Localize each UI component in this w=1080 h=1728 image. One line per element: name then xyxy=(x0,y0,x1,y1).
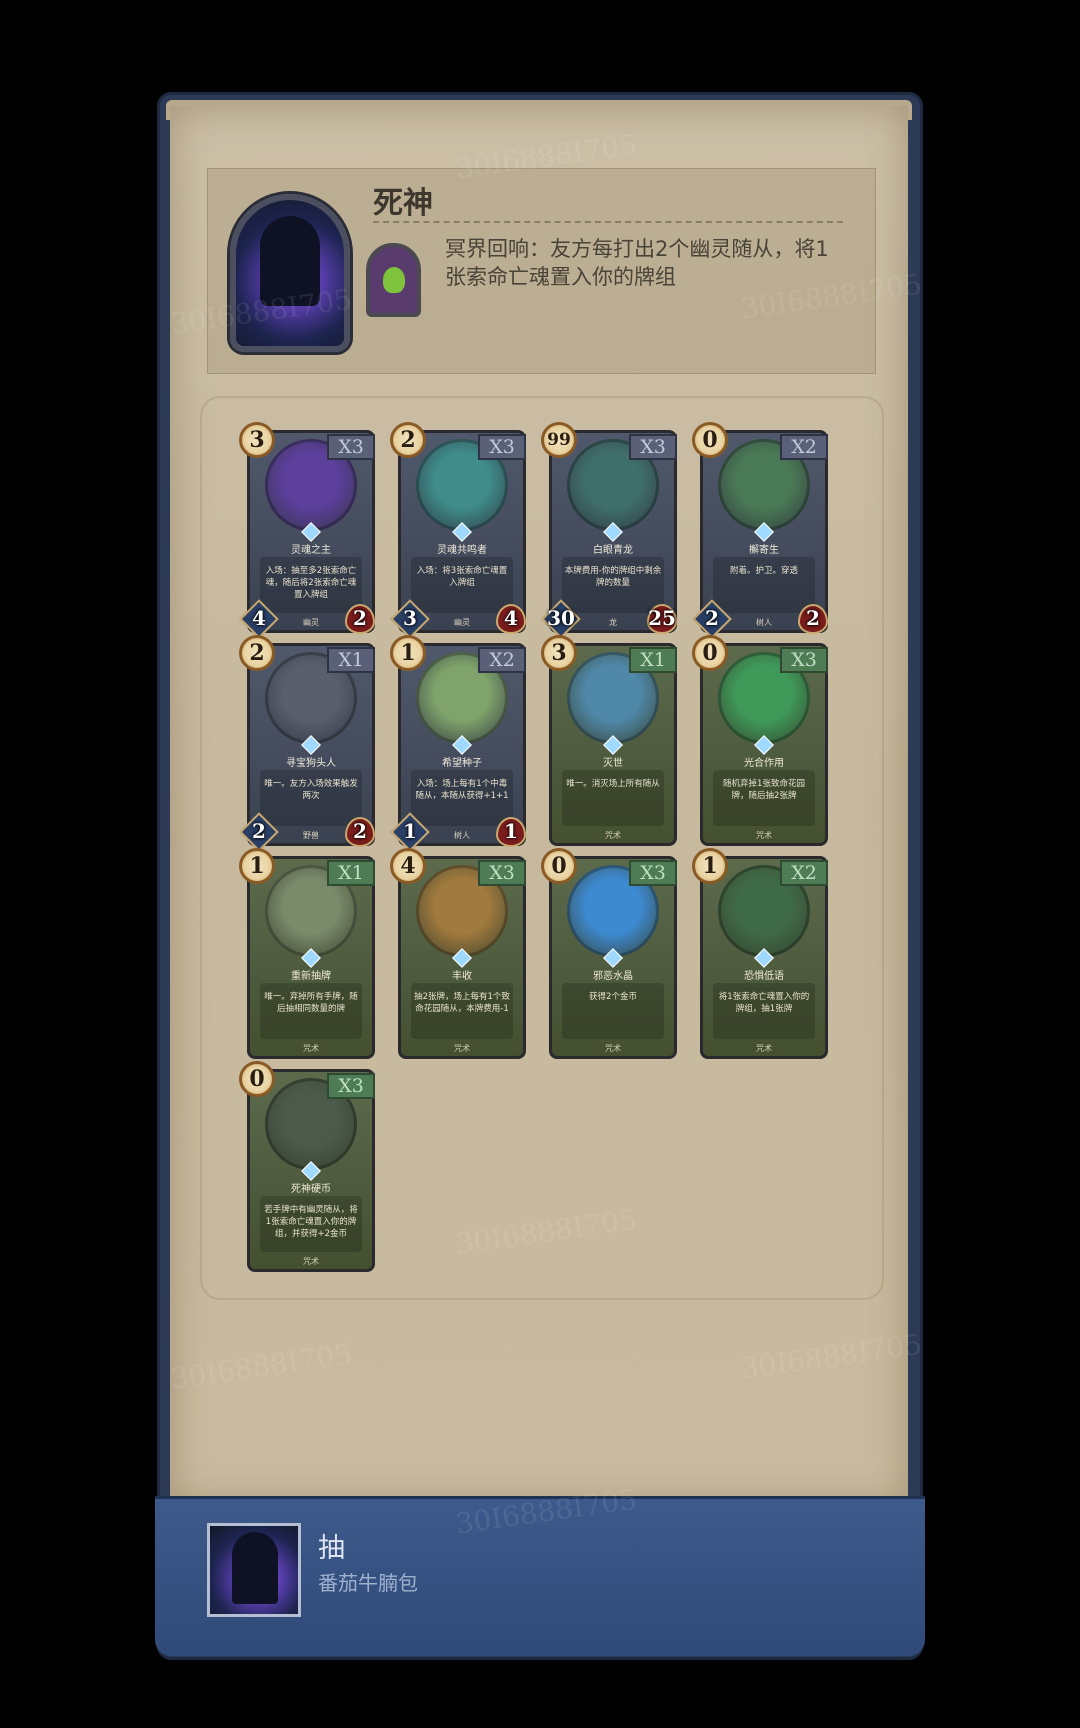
card-copies-badge: X1 xyxy=(629,647,677,673)
card-description: 获得2个金币 xyxy=(589,992,637,1002)
card-description: 入场：场上每有1个中毒随从，本随从获得+1+1 xyxy=(415,779,509,801)
deck-card[interactable]: 光合作用随机弃掉1张致命花园牌，随后抽2张牌咒术 xyxy=(700,643,828,846)
deck-card[interactable]: 丰收抽2张牌，场上每有1个致命花园随从，本牌费用-1 咒术 xyxy=(398,856,526,1059)
card-description: 本牌费用-你的牌组中剩余牌的数量 xyxy=(564,566,662,588)
card-name: 丰收 xyxy=(452,971,472,982)
card-tribe: 咒术 xyxy=(303,1257,319,1266)
card-copies-badge: X3 xyxy=(327,434,375,460)
card-copies-badge: X1 xyxy=(327,860,375,886)
card-health: 4 xyxy=(504,606,518,630)
hero-name: 死神 xyxy=(373,186,433,221)
hero-ability-text: 冥界回响：友方每打出2个幽灵随从，将1张索命亡魂置入你的牌组 xyxy=(445,237,829,289)
card-name: 灭世 xyxy=(603,758,623,769)
card-copies-badge: X2 xyxy=(780,434,828,460)
card-name: 寻宝狗头人 xyxy=(286,758,336,769)
deck-card[interactable]: 重新抽牌唯一。弃掉所有手牌，随后抽相同数量的牌咒术 xyxy=(247,856,375,1059)
deck-card[interactable]: 灭世唯一。消灭场上所有随从 咒术 xyxy=(549,643,677,846)
card-cost: 0 xyxy=(541,848,577,884)
card-copies-badge: X3 xyxy=(629,860,677,886)
hero-portrait[interactable] xyxy=(230,194,350,352)
card-description: 唯一。友方入场效果触发两次 xyxy=(264,779,358,801)
deck-card[interactable]: 死神硬币若手牌中有幽灵随从，将1张索命亡魂置入你的牌组，并获得+2金币咒术 xyxy=(247,1069,375,1272)
deck-card[interactable]: 灵魂之主 入场：抽至多2张索命亡魂，随后将2张索命亡魂置入牌组 幽灵 xyxy=(247,430,375,633)
card-name: 光合作用 xyxy=(744,758,784,769)
card-cost: 3 xyxy=(541,635,577,671)
deck-card[interactable]: 寻宝狗头人 唯一。友方入场效果触发两次 野兽 xyxy=(247,643,375,846)
card-copies-badge: X3 xyxy=(629,434,677,460)
card-attack: 4 xyxy=(252,606,266,630)
hero-divider xyxy=(373,221,843,223)
card-health: 2 xyxy=(353,819,367,843)
card-description: 若手牌中有幽灵随从，将1张索命亡魂置入你的牌组，并获得+2金币 xyxy=(264,1205,358,1239)
card-copies-badge: X2 xyxy=(780,860,828,886)
card-description: 入场：将3张索命亡魂置入牌组 xyxy=(416,566,508,588)
card-attack: 2 xyxy=(705,606,719,630)
card-cost: 99 xyxy=(541,422,577,458)
card-cost: 3 xyxy=(239,422,275,458)
card-description: 附着。护卫。穿透 xyxy=(729,566,798,576)
card-name: 死神硬币 xyxy=(291,1184,331,1195)
card-tribe: 咒术 xyxy=(756,831,772,840)
card-copies-badge: X2 xyxy=(478,647,526,673)
card-copies-badge: X3 xyxy=(780,647,828,673)
card-health: 1 xyxy=(504,819,518,843)
card-attack: 30 xyxy=(547,606,575,630)
deck-card[interactable]: 邪恶水晶获得2个金币 咒术 xyxy=(549,856,677,1059)
card-cost: 1 xyxy=(390,635,426,671)
card-description: 随机弃掉1张致命花园牌，随后抽2张牌 xyxy=(723,779,805,801)
card-cost: 0 xyxy=(692,635,728,671)
card-name: 邪恶水晶 xyxy=(593,971,633,982)
card-cost: 2 xyxy=(390,422,426,458)
card-description: 唯一。消灭场上所有随从 xyxy=(566,779,660,789)
card-name: 檞寄生 xyxy=(749,545,779,556)
player-avatar[interactable] xyxy=(207,1523,301,1617)
card-cost: 4 xyxy=(390,848,426,884)
card-attack: 1 xyxy=(403,819,417,843)
card-tribe: 咒术 xyxy=(454,1044,470,1053)
card-description: 入场：抽至多2张索命亡魂，随后将2张索命亡魂置入牌组 xyxy=(265,566,357,600)
card-copies-badge: X3 xyxy=(478,860,526,886)
card-cost: 1 xyxy=(239,848,275,884)
card-cost: 1 xyxy=(692,848,728,884)
card-attack: 3 xyxy=(403,606,417,630)
card-name: 白眼青龙 xyxy=(593,545,633,556)
player-title: 抽 xyxy=(318,1533,345,1564)
card-name: 灵魂共鸣者 xyxy=(437,545,487,556)
card-tribe: 咒术 xyxy=(605,1044,621,1053)
card-name: 重新抽牌 xyxy=(291,971,331,982)
card-tribe: 咒术 xyxy=(605,831,621,840)
card-health: 2 xyxy=(806,606,820,630)
card-description: 唯一。弃掉所有手牌，随后抽相同数量的牌 xyxy=(264,992,358,1014)
card-copies-badge: X1 xyxy=(327,647,375,673)
card-health: 25 xyxy=(648,606,676,630)
ghost-flame-icon xyxy=(366,243,421,317)
card-tribe: 咒术 xyxy=(756,1044,772,1053)
card-description: 将1张索命亡魂置入你的牌组，抽1张牌 xyxy=(718,992,810,1014)
card-cost: 0 xyxy=(692,422,728,458)
card-cost: 2 xyxy=(239,635,275,671)
card-attack: 2 xyxy=(252,819,266,843)
deck-card[interactable]: 希望种子 入场：场上每有1个中毒随从，本随从获得+1+1 树人 xyxy=(398,643,526,846)
card-cost: 0 xyxy=(239,1061,275,1097)
card-description: 抽2张牌，场上每有1个致命花园随从，本牌费用-1 xyxy=(414,992,510,1014)
card-copies-badge: X3 xyxy=(478,434,526,460)
deck-card[interactable]: 白眼青龙 本牌费用-你的牌组中剩余牌的数量龙 xyxy=(549,430,677,633)
deck-card[interactable]: 恐惧低语将1张索命亡魂置入你的牌组，抽1张牌咒术 xyxy=(700,856,828,1059)
card-tribe: 咒术 xyxy=(303,1044,319,1053)
card-name: 恐惧低语 xyxy=(744,971,784,982)
player-name: 番茄牛腩包 xyxy=(318,1571,418,1595)
card-copies-badge: X3 xyxy=(327,1073,375,1099)
deck-card[interactable]: 灵魂共鸣者 入场：将3张索命亡魂置入牌组 幽灵 xyxy=(398,430,526,633)
card-name: 希望种子 xyxy=(442,758,482,769)
card-health: 2 xyxy=(353,606,367,630)
card-name: 灵魂之主 xyxy=(291,545,331,556)
deck-card[interactable]: 檞寄生 附着。护卫。穿透 树人 xyxy=(700,430,828,633)
